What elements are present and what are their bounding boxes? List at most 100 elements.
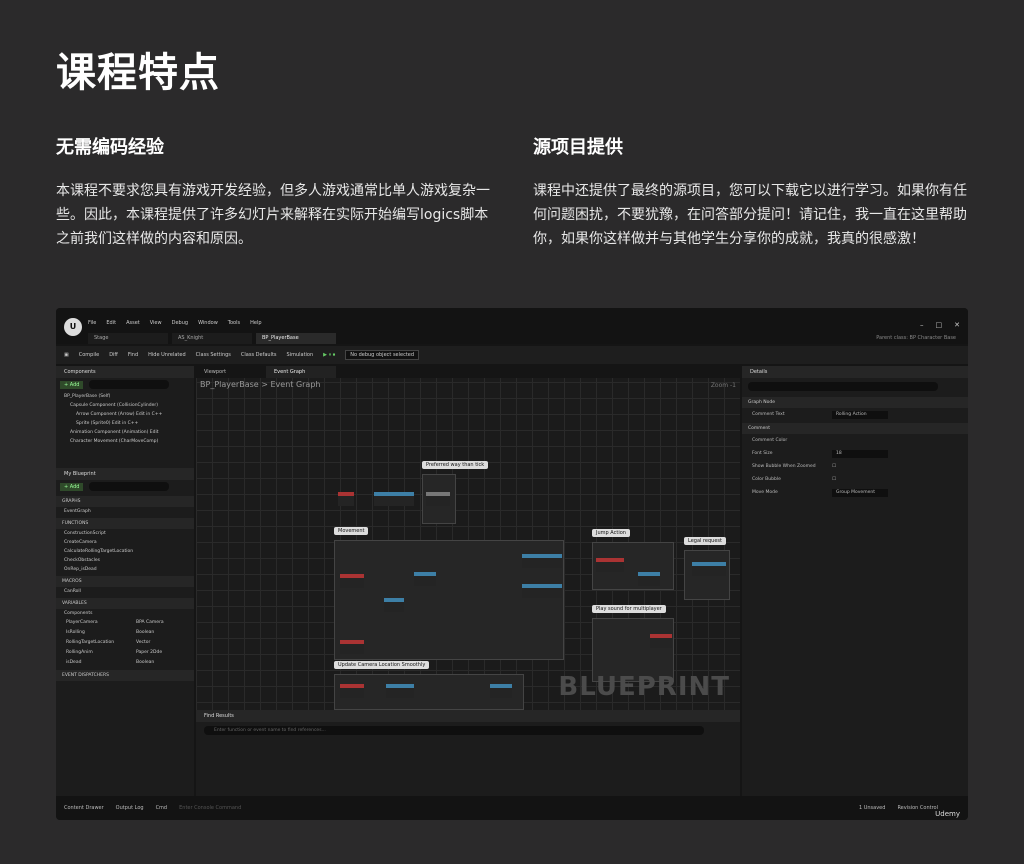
graph-node[interactable] bbox=[340, 574, 364, 588]
toolbar: ▣ Compile Diff Find Hide Unrelated Class… bbox=[56, 346, 968, 364]
menu-debug[interactable]: Debug bbox=[172, 320, 188, 326]
graph-node[interactable] bbox=[384, 598, 404, 612]
hide-unrelated-button[interactable]: Hide Unrelated bbox=[148, 352, 186, 358]
component-item[interactable]: Animation Component (Animation) Edit bbox=[56, 428, 194, 437]
revision-control[interactable]: Revision Control bbox=[897, 805, 938, 811]
graph-item[interactable]: EventGraph bbox=[56, 507, 194, 516]
feature-source-project: 源项目提供 课程中还提供了最终的源项目，您可以下载它以进行学习。如果你有任何问题… bbox=[533, 133, 973, 251]
component-item[interactable]: Sprite (Sprite0) Edit in C++ bbox=[56, 419, 194, 428]
graph-node[interactable] bbox=[340, 684, 364, 698]
left-panel: Components + Add BP_PlayerBase (Self) Ca… bbox=[56, 366, 194, 796]
unsaved-count[interactable]: 1 Unsaved bbox=[859, 805, 885, 811]
menu-edit[interactable]: Edit bbox=[106, 320, 116, 326]
component-item[interactable]: Capsule Component (CollisionCylinder) bbox=[56, 401, 194, 410]
variable-row[interactable]: isDead Boolean bbox=[56, 658, 194, 668]
find-search-input[interactable]: Enter function or event name to find ref… bbox=[204, 726, 704, 735]
graph-node[interactable] bbox=[340, 640, 364, 654]
minimize-icon[interactable]: – bbox=[920, 321, 924, 329]
variable-row[interactable]: RollingAnim Paper 2Dde bbox=[56, 648, 194, 658]
cmd-button[interactable]: Cmd bbox=[156, 805, 168, 811]
simulation-button[interactable]: Simulation bbox=[287, 352, 314, 358]
diff-button[interactable]: Diff bbox=[109, 352, 118, 358]
graph-node[interactable] bbox=[490, 684, 512, 698]
tab-as-knight[interactable]: AS_Knight bbox=[172, 333, 252, 344]
add-member-button[interactable]: + Add bbox=[60, 483, 84, 491]
parent-class[interactable]: Parent class: BP Character Base bbox=[876, 335, 956, 341]
function-item[interactable]: ConstructionScript bbox=[56, 529, 194, 538]
graph-node[interactable] bbox=[596, 558, 624, 572]
graph-node[interactable] bbox=[522, 584, 562, 598]
menu-file[interactable]: File bbox=[88, 320, 96, 326]
tab-bp-playerbase[interactable]: BP_PlayerBase bbox=[256, 333, 336, 344]
components-header: Components bbox=[56, 366, 194, 378]
page-title: 课程特点 bbox=[56, 50, 220, 96]
console-input[interactable]: Enter Console Command bbox=[179, 805, 241, 811]
tab-stage[interactable]: Stage bbox=[88, 333, 168, 344]
add-component-button[interactable]: + Add bbox=[60, 381, 84, 389]
menu-tools[interactable]: Tools bbox=[228, 320, 240, 326]
save-icon[interactable]: ▣ bbox=[64, 352, 69, 358]
find-button[interactable]: Find bbox=[128, 352, 138, 358]
feature-body: 本课程不要求您具有游戏开发经验，但多人游戏通常比单人游戏复杂一些。因此，本课程提… bbox=[56, 183, 490, 247]
find-results-panel: Find Results Enter function or event nam… bbox=[196, 710, 740, 796]
graph-node[interactable] bbox=[338, 492, 354, 506]
component-item[interactable]: Character Movement (CharMoveComp) bbox=[56, 437, 194, 446]
detail-row[interactable]: Comment Color bbox=[742, 434, 968, 447]
tab-event-graph[interactable]: Event Graph bbox=[266, 366, 336, 378]
component-item[interactable]: BP_PlayerBase (Self) bbox=[56, 392, 194, 401]
details-search-input[interactable] bbox=[748, 382, 938, 391]
maximize-icon[interactable]: □ bbox=[936, 321, 943, 329]
event-graph-canvas[interactable]: Viewport Event Graph BP_PlayerBase > Eve… bbox=[196, 366, 740, 710]
close-icon[interactable]: ✕ bbox=[954, 321, 960, 329]
function-item[interactable]: CalculateRollingTargetLocation bbox=[56, 547, 194, 556]
find-results-header: Find Results bbox=[196, 710, 740, 722]
editor-screenshot: U File Edit Asset View Debug Window Tool… bbox=[56, 308, 968, 820]
graph-node[interactable] bbox=[522, 554, 562, 568]
section-graphs[interactable]: GRAPHS bbox=[56, 496, 194, 507]
graph-node[interactable] bbox=[414, 572, 436, 586]
detail-row[interactable]: Color Bubble ☐ bbox=[742, 473, 968, 486]
graph-node[interactable] bbox=[692, 562, 726, 576]
components-search-input[interactable] bbox=[89, 380, 170, 389]
variable-row[interactable]: PlayerCamera BPA Camera bbox=[56, 618, 194, 628]
macro-item[interactable]: CanRoll bbox=[56, 587, 194, 596]
graph-node[interactable] bbox=[638, 572, 660, 586]
detail-row[interactable]: Show Bubble When Zoomed ☐ bbox=[742, 460, 968, 473]
detail-row[interactable]: Comment Text Rolling Action bbox=[742, 408, 968, 421]
content-drawer-button[interactable]: Content Drawer bbox=[64, 805, 104, 811]
class-settings-button[interactable]: Class Settings bbox=[196, 352, 231, 358]
graph-node[interactable] bbox=[650, 634, 672, 648]
details-section-comment[interactable]: Comment bbox=[742, 423, 968, 434]
graph-node[interactable] bbox=[386, 684, 414, 698]
section-variables[interactable]: VARIABLES bbox=[56, 598, 194, 609]
graph-node[interactable] bbox=[426, 492, 450, 506]
details-section-graph-node[interactable]: Graph Node bbox=[742, 397, 968, 408]
compile-button[interactable]: Compile bbox=[79, 352, 99, 358]
graph-node[interactable] bbox=[374, 492, 414, 506]
detail-row[interactable]: Move Mode Group Movement bbox=[742, 486, 968, 499]
menu-help[interactable]: Help bbox=[250, 320, 261, 326]
function-item[interactable]: CreateCamera bbox=[56, 538, 194, 547]
variable-row[interactable]: RollingTargetLocation Vector bbox=[56, 638, 194, 648]
class-defaults-button[interactable]: Class Defaults bbox=[241, 352, 277, 358]
menu-window[interactable]: Window bbox=[198, 320, 218, 326]
section-macros[interactable]: MACROS bbox=[56, 576, 194, 587]
function-item[interactable]: CheckObstacles bbox=[56, 556, 194, 565]
blueprint-search-input[interactable] bbox=[89, 482, 170, 491]
function-item[interactable]: OnRep_isDead bbox=[56, 565, 194, 574]
component-item[interactable]: Arrow Component (Arrow) Edit in C++ bbox=[56, 410, 194, 419]
feature-no-coding: 无需编码经验 本课程不要求您具有游戏开发经验，但多人游戏通常比单人游戏复杂一些。… bbox=[56, 133, 496, 251]
tab-viewport[interactable]: Viewport bbox=[196, 366, 266, 378]
menu-view[interactable]: View bbox=[150, 320, 162, 326]
feature-title: 无需编码经验 bbox=[56, 137, 164, 158]
blueprint-watermark: BLUEPRINT bbox=[558, 672, 730, 702]
debug-object-select[interactable]: No debug object selected bbox=[345, 350, 420, 360]
output-log-button[interactable]: Output Log bbox=[116, 805, 144, 811]
menu-asset[interactable]: Asset bbox=[126, 320, 140, 326]
unreal-logo-icon: U bbox=[64, 318, 82, 336]
variable-row[interactable]: IsRolling Boolean bbox=[56, 628, 194, 638]
section-functions[interactable]: FUNCTIONS bbox=[56, 518, 194, 529]
detail-row[interactable]: Font Size 18 bbox=[742, 447, 968, 460]
variable-group[interactable]: Components bbox=[56, 609, 194, 618]
section-event-dispatchers[interactable]: EVENT DISPATCHERS bbox=[56, 670, 194, 681]
